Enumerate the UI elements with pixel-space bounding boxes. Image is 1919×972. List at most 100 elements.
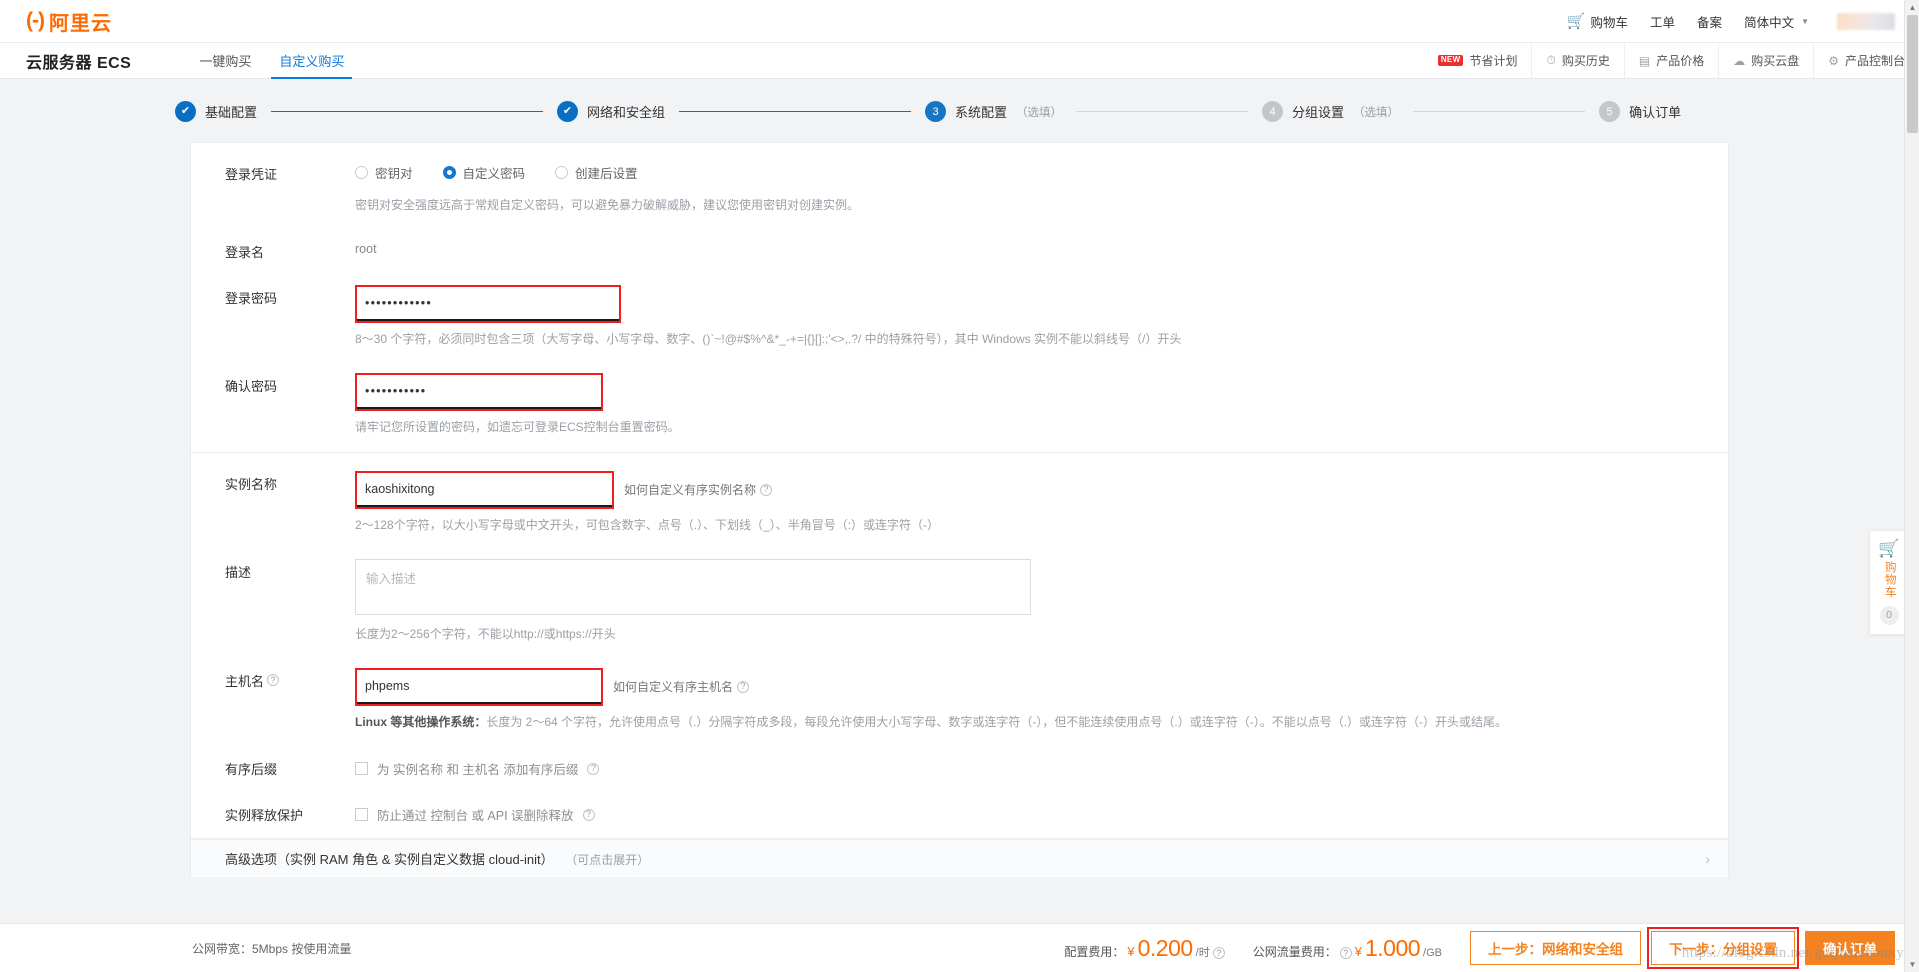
radio-dot-selected	[442, 166, 456, 179]
top-nav: 🛒 购物车 工单 备案 简体中文 ▼	[1567, 12, 1895, 31]
control-confirm-password: 请牢记您所设置的密码，如遗忘可登录ECS控制台重置密码。	[355, 373, 1728, 437]
question-icon: ?	[737, 680, 750, 693]
config-fee: 配置费用： ¥ 0.200 /时 ?	[1064, 934, 1225, 962]
description-textarea[interactable]	[355, 558, 1031, 615]
avatar[interactable]	[1837, 12, 1895, 30]
link-purchase-history[interactable]: ⏱ 购买历史	[1531, 43, 1623, 78]
control-ordered-suffix: 为 实例名称 和 主机名 添加有序后缀 ?	[355, 756, 1728, 778]
ordered-suffix-checkbox[interactable]	[355, 762, 368, 776]
release-protection-checkbox[interactable]	[355, 808, 368, 822]
link-buy-disk-label: 购买云盘	[1751, 54, 1800, 68]
prev-step-button[interactable]: 上一步：网络和安全组	[1470, 931, 1641, 965]
step-progress: ✔ 基础配置 ✔ 网络和安全组 3 系统配置 （选填） 4 分组设置 （选填） …	[0, 79, 1919, 142]
config-fee-unit: /时	[1195, 946, 1210, 959]
aliyun-logo-text: 阿里云	[48, 12, 112, 35]
page-root: (-) 阿里云 🛒 购物车 工单 备案 简体中文 ▼ 云服务器 ECS 一键购买	[0, 0, 1919, 972]
link-savings-plan[interactable]: NEW 节省计划	[1424, 43, 1532, 78]
confirm-password-highlight-box	[355, 373, 603, 412]
radio-custom-password[interactable]: 自定义密码	[442, 163, 526, 182]
link-product-price-label: 产品价格	[1656, 54, 1705, 68]
scroll-up-icon[interactable]: ▲	[1905, 0, 1919, 15]
config-fee-amount: 0.200	[1137, 934, 1194, 961]
tab-custom-buy[interactable]: 自定义购买	[265, 43, 358, 79]
hostname-help-link[interactable]: 如何自定义有序主机名 ?	[613, 678, 750, 695]
traffic-fee-amount: 1.000	[1364, 934, 1421, 961]
step-1-dot: ✔	[175, 101, 196, 122]
cart-icon: 🛒	[1878, 539, 1900, 558]
scroll-down-icon[interactable]: ▼	[1905, 957, 1919, 972]
radio-set-after-create[interactable]: 创建后设置	[555, 163, 638, 182]
instance-name-wrap: 如何自定义有序实例名称 ?	[355, 470, 1728, 509]
hostname-input[interactable]	[357, 669, 601, 704]
password-highlight-box	[355, 285, 621, 324]
advanced-options-row[interactable]: 高级选项（实例 RAM 角色 & 实例自定义数据 cloud-init） （可点…	[191, 839, 1728, 878]
product-bar-left: 云服务器 ECS 一键购买 自定义购买	[26, 43, 358, 79]
login-name-value: root	[355, 242, 377, 257]
product-bar: 云服务器 ECS 一键购买 自定义购买 NEW 节省计划 ⏱ 购买历史 ▤ 产品…	[0, 43, 1919, 79]
label-release-protection: 实例释放保护	[225, 808, 304, 824]
page-scrollbar[interactable]: ▲ ▼	[1904, 0, 1919, 972]
radio-custom-password-label: 自定义密码	[462, 167, 526, 181]
config-fee-currency: ¥	[1127, 943, 1135, 959]
floating-cart-count: 0	[1879, 605, 1899, 625]
control-login-credential: 密钥对 自定义密码 创建后设置 密钥对安全强度远高于常规自定义密码，可以避免暴力…	[355, 161, 1728, 215]
hostname-highlight-box	[355, 667, 603, 706]
step-basic-config[interactable]: ✔ 基础配置	[175, 101, 257, 122]
instance-name-input[interactable]	[357, 472, 612, 507]
label-login-password: 登录密码	[225, 291, 278, 307]
release-protection-checkbox-row[interactable]: 防止通过 控制台 或 API 误删除释放 ?	[355, 802, 1728, 824]
floating-cart-widget[interactable]: 🛒 购物车 0	[1869, 530, 1909, 635]
question-icon: ?	[1339, 947, 1352, 959]
step-network-security[interactable]: ✔ 网络和安全组	[557, 101, 665, 122]
confirm-order-button[interactable]: 确认订单	[1805, 931, 1895, 965]
page-title: 云服务器 ECS	[26, 54, 132, 72]
hostname-wrap: 如何自定义有序主机名 ?	[355, 667, 1728, 706]
label-ordered-suffix: 有序后缀	[225, 762, 278, 778]
link-product-console-label: 产品控制台	[1844, 54, 1905, 68]
row-release-protection: 实例释放保护 防止通过 控制台 或 API 误删除释放 ?	[191, 802, 1728, 824]
instance-name-help-link[interactable]: 如何自定义有序实例名称 ?	[624, 481, 773, 498]
top-nav-cart[interactable]: 🛒 购物车	[1567, 12, 1628, 31]
password-input[interactable]	[357, 287, 619, 322]
top-nav-icp[interactable]: 备案	[1697, 12, 1722, 31]
top-nav-language-label: 简体中文	[1744, 15, 1795, 30]
cart-icon: 🛒	[1566, 13, 1586, 30]
aliyun-logo[interactable]: (-) 阿里云	[26, 7, 112, 36]
next-step-button[interactable]: 下一步：分组设置	[1651, 931, 1795, 965]
step-system-config[interactable]: 3 系统配置 （选填）	[925, 101, 1062, 122]
scrollbar-thumb[interactable]	[1907, 15, 1918, 133]
row-confirm-password: 确认密码 请牢记您所设置的密码，如遗忘可登录ECS控制台重置密码。	[191, 373, 1728, 437]
clock-icon: ⏱	[1546, 53, 1556, 67]
top-nav-ticket-label: 工单	[1650, 15, 1676, 30]
control-instance-name: 如何自定义有序实例名称 ? 2～128个字符，以大小写字母或中文开头，可包含数字…	[355, 470, 1728, 535]
top-nav-icp-label: 备案	[1697, 15, 1723, 30]
tab-one-click-buy[interactable]: 一键购买	[185, 43, 265, 79]
step-line-1	[271, 111, 544, 112]
step-group-settings[interactable]: 4 分组设置 （选填）	[1262, 101, 1399, 122]
confirm-password-input[interactable]	[357, 375, 601, 410]
system-config-card: 登录凭证 密钥对 自定义密码 创建后设置 密钥对安全强度远高于常规自定义密码，可…	[190, 142, 1729, 878]
hint-description: 长度为2～256个字符，不能以http://或https://开头	[355, 626, 616, 641]
control-release-protection: 防止通过 控制台 或 API 误删除释放 ?	[355, 802, 1728, 824]
chevron-right-icon: ›	[1705, 850, 1710, 867]
chevron-down-icon: ▼	[1801, 16, 1809, 26]
radio-key-pair[interactable]: 密钥对	[355, 163, 413, 182]
link-product-price[interactable]: ▤ 产品价格	[1623, 43, 1718, 78]
link-buy-disk[interactable]: ☁ 购买云盘	[1718, 43, 1813, 78]
step-confirm-order[interactable]: 5 确认订单	[1599, 101, 1681, 122]
label-confirm-password: 确认密码	[225, 379, 278, 395]
radio-group-credential: 密钥对 自定义密码 创建后设置	[355, 161, 1728, 182]
ordered-suffix-checkbox-row[interactable]: 为 实例名称 和 主机名 添加有序后缀 ?	[355, 756, 1728, 778]
traffic-fee-unit: /GB	[1423, 946, 1442, 959]
question-icon: ?	[587, 762, 600, 775]
advanced-options-title: 高级选项（实例 RAM 角色 & 实例自定义数据 cloud-init）	[225, 852, 554, 868]
hostname-help-label: 如何自定义有序主机名	[613, 680, 734, 695]
label-hostname-text: 主机名	[225, 673, 265, 689]
top-nav-ticket[interactable]: 工单	[1650, 12, 1675, 31]
list-icon: ▤	[1638, 53, 1651, 68]
aliyun-logo-mark: (-)	[26, 9, 45, 32]
hint-hostname: Linux 等其他操作系统：长度为 2～64 个字符，允许使用点号（.）分隔字符…	[355, 713, 1728, 732]
release-protection-checkbox-label: 防止通过 控制台 或 API 误删除释放	[377, 809, 574, 824]
step-line-4	[1413, 111, 1586, 112]
top-nav-language[interactable]: 简体中文 ▼	[1744, 12, 1809, 31]
